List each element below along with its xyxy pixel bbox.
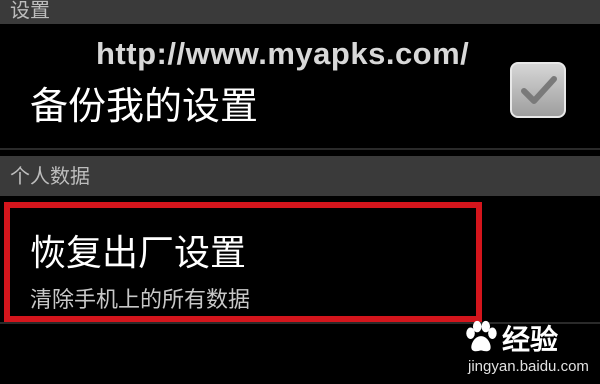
baidu-logo: 经验: [462, 318, 558, 358]
checkmark-icon: [521, 76, 557, 104]
divider: [0, 148, 600, 150]
baidu-paw-icon: [466, 320, 497, 352]
baidu-jingyan-watermark: 经验 jingyan.baidu.com: [462, 318, 598, 380]
section-header-label: 设置: [10, 0, 50, 22]
backup-setting-checkbox[interactable]: [510, 62, 566, 118]
red-highlight-box: [4, 202, 482, 322]
section-header-label: 个人数据: [10, 164, 90, 188]
section-header-settings: 设置: [0, 0, 600, 24]
watermark-url: http://www.myapks.com/: [96, 36, 470, 71]
baidu-logo-text: 经验: [502, 323, 559, 356]
section-header-personal-data: 个人数据: [0, 156, 600, 196]
baidu-url: jingyan.baidu.com: [468, 358, 589, 375]
backup-setting-title: 备份我的设置: [30, 84, 259, 128]
